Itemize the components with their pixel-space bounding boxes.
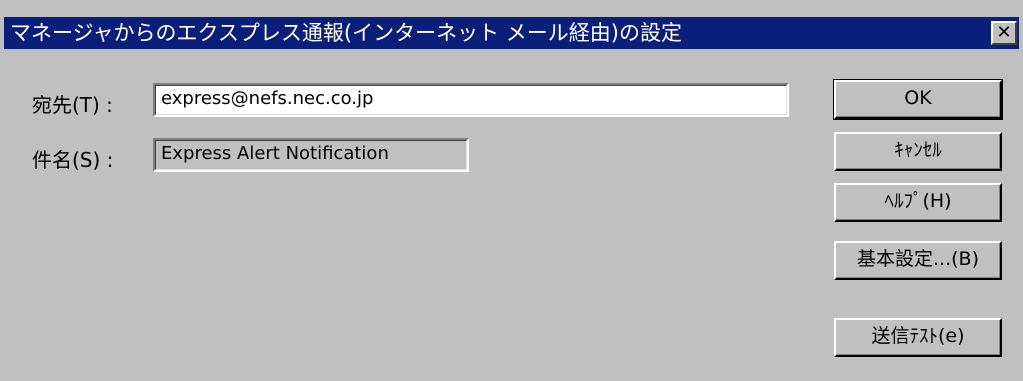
ok-button[interactable]: OK <box>833 79 1003 120</box>
to-input-value: express@nefs.nec.co.jp <box>161 88 374 109</box>
basic-settings-button[interactable]: 基本設定...(B) <box>834 241 1002 280</box>
help-button[interactable]: ﾍﾙﾌﾟ(H) <box>834 183 1002 222</box>
subject-field-value: Express Alert Notification <box>161 143 389 164</box>
dialog-window: マネージャからのエクスプレス通報(インターネット メール経由)の設定 ✕ 宛先(… <box>0 0 1023 381</box>
to-input[interactable]: express@nefs.nec.co.jp <box>153 83 789 117</box>
close-button[interactable]: ✕ <box>991 21 1017 45</box>
cancel-button[interactable]: ｷｬﾝｾﾙ <box>834 132 1002 171</box>
subject-label: 件名(S) : <box>32 148 114 172</box>
dialog-title: マネージャからのエクスプレス通報(インターネット メール経由)の設定 <box>10 21 682 45</box>
to-label: 宛先(T) : <box>32 93 113 117</box>
send-test-button[interactable]: 送信ﾃｽﾄ(e) <box>834 318 1002 357</box>
title-bar[interactable]: マネージャからのエクスプレス通報(インターネット メール経由)の設定 ✕ <box>4 17 1019 49</box>
close-icon: ✕ <box>996 22 1012 43</box>
subject-field: Express Alert Notification <box>153 138 469 172</box>
